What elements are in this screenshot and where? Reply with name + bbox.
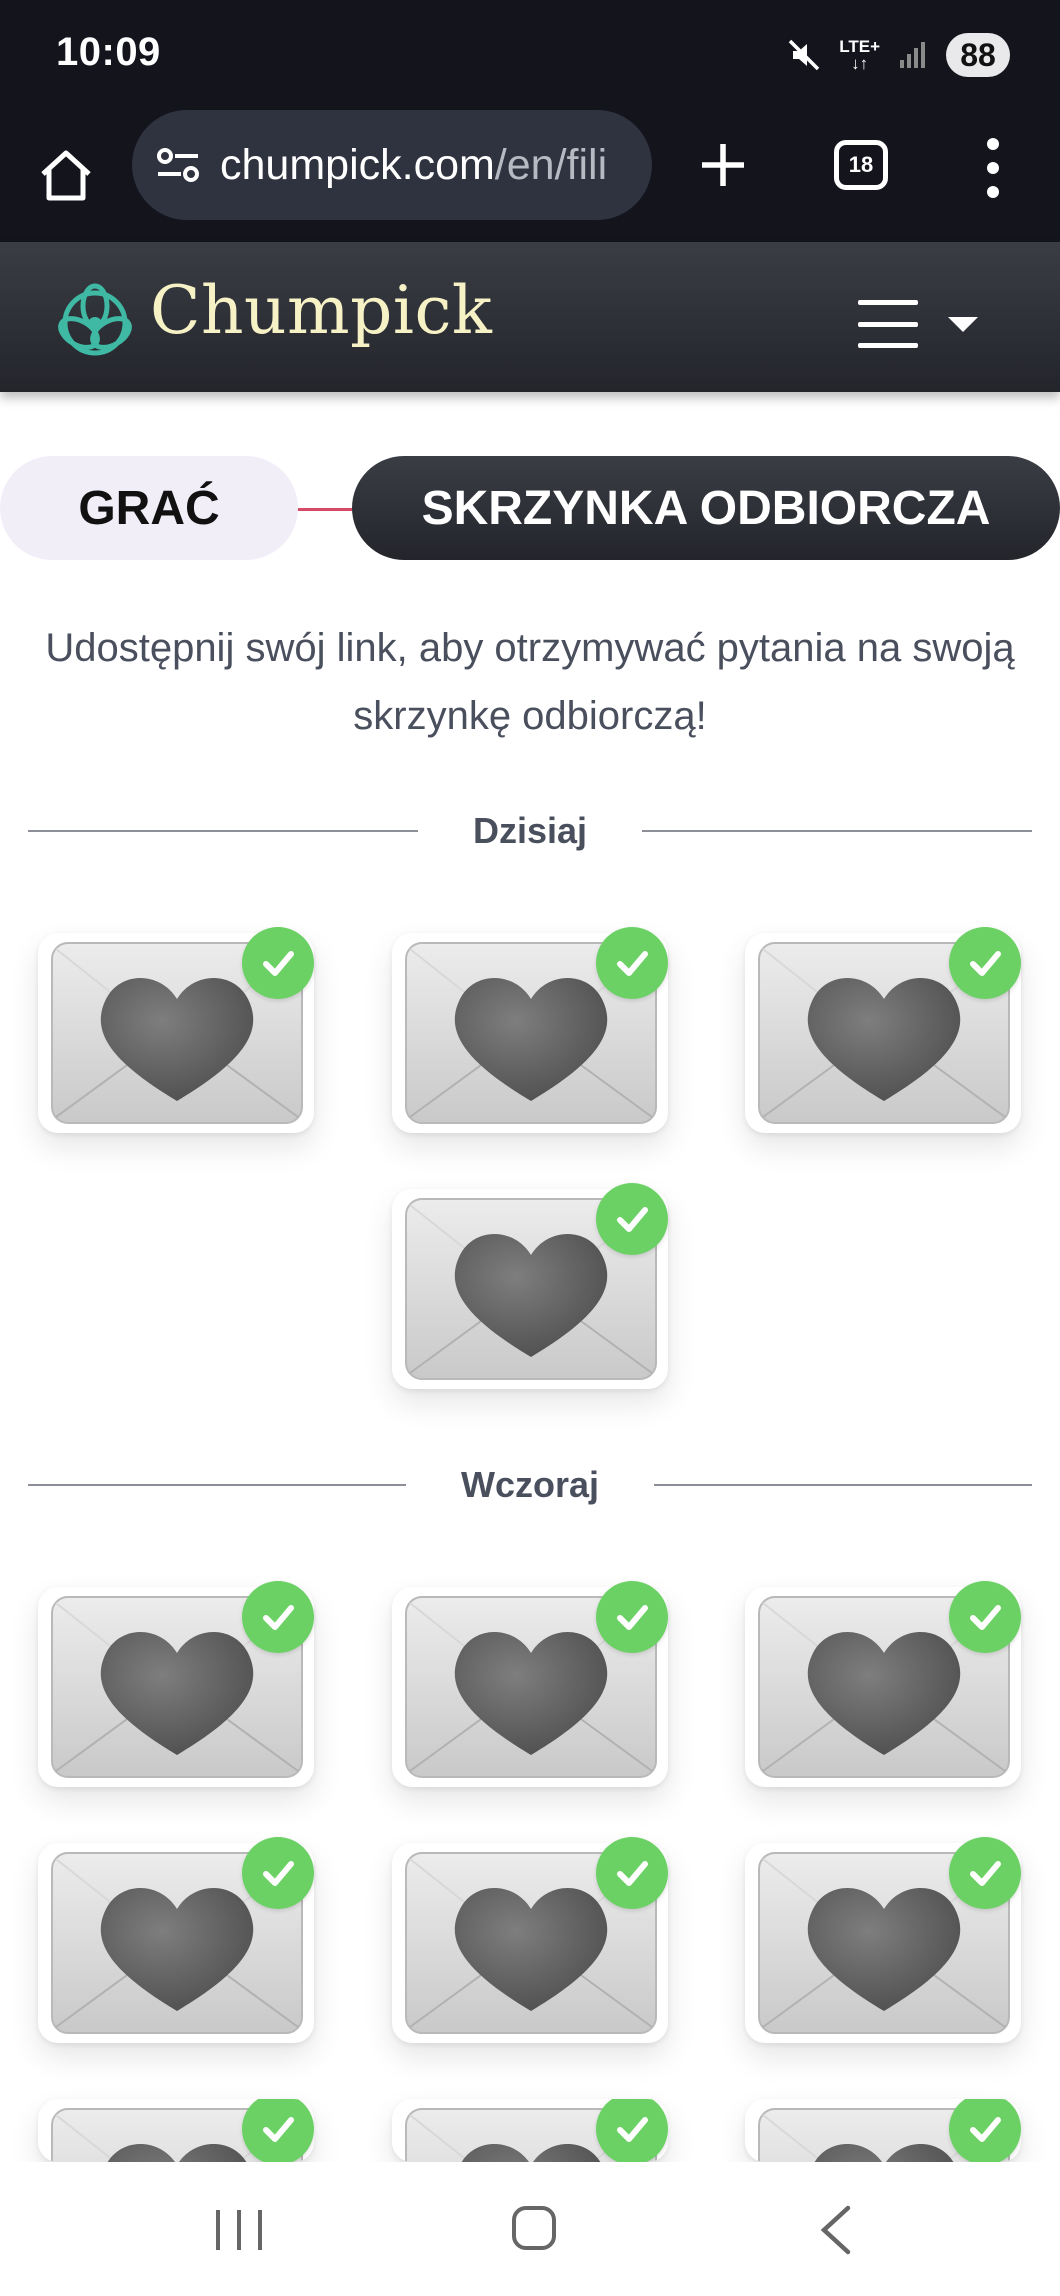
check-icon [263,951,294,976]
message-card[interactable] [38,927,314,1133]
new-tab-button[interactable] [690,130,756,200]
message-card[interactable] [745,1837,1021,2043]
check-icon [263,2117,294,2142]
read-check-badge [949,1837,1021,1909]
read-check-badge [596,2099,668,2162]
read-check-badge [949,927,1021,999]
url-path: /en/fili [494,140,608,189]
check-icon [617,1207,648,1232]
url-domain: chumpick.com [220,140,495,189]
system-home-icon[interactable] [512,2206,556,2250]
mute-icon [788,39,820,71]
check-icon [617,951,648,976]
tab-play[interactable]: GRAĆ [0,456,298,560]
data-arrows-icon: ↓↑ [851,54,869,73]
message-card[interactable] [38,1581,314,1787]
back-icon[interactable] [812,2204,862,2256]
message-card[interactable] [392,1837,668,2043]
network-indicator: LTE+ ↓↑ [839,38,880,72]
home-icon [41,150,91,201]
check-icon [970,2117,1001,2142]
message-card[interactable] [392,1183,668,1389]
check-icon [263,1861,294,1886]
check-icon [970,951,1001,976]
message-card[interactable] [392,1581,668,1787]
status-bar: 10:09 LTE+ ↓↑ 88 [0,0,1060,110]
check-icon [970,1605,1001,1630]
browser-toolbar: chumpick.com/en/fili 18 [0,110,1060,242]
read-check-badge [596,1581,668,1653]
caret-down-icon [948,316,978,332]
hamburger-icon [858,300,918,348]
more-vert-icon[interactable] [970,138,1016,198]
check-icon [970,1861,1001,1886]
site-settings-icon[interactable] [156,145,200,185]
message-card[interactable] [745,2099,1021,2162]
plus-icon [702,144,744,186]
message-card[interactable] [38,1837,314,2043]
read-check-badge [242,927,314,999]
read-check-badge [949,1581,1021,1653]
browser-home-button[interactable] [34,132,98,218]
message-card[interactable] [392,927,668,1133]
section-divider-today: Dzisiaj [28,800,1032,860]
check-icon [617,2117,648,2142]
check-icon [617,1605,648,1630]
message-card[interactable] [38,2099,314,2162]
message-card[interactable] [392,2099,668,2162]
tab-connector [290,508,360,511]
network-type: LTE+ [839,37,880,56]
nav-menu-toggle[interactable] [858,298,978,350]
url-text[interactable]: chumpick.com/en/fili [220,141,607,190]
check-icon [263,1605,294,1630]
status-time: 10:09 [56,30,161,74]
message-card[interactable] [745,1581,1021,1787]
read-check-badge [596,1837,668,1909]
status-icons: LTE+ ↓↑ 88 [787,30,1010,80]
read-check-badge [242,2099,314,2162]
logo-text[interactable]: Chumpick [150,272,492,349]
read-check-badge [242,1837,314,1909]
tab-inbox[interactable]: SKRZYNKA ODBIORCZA [352,456,1060,560]
tab-switcher-button[interactable]: 18 [834,140,888,190]
read-check-badge [949,2099,1021,2162]
signal-icon [900,42,925,68]
battery-indicator: 88 [946,33,1010,77]
read-check-badge [596,1183,668,1255]
message-card[interactable] [745,927,1021,1133]
address-bar[interactable]: chumpick.com/en/fili [132,110,652,220]
site-header: Chumpick [0,242,1060,392]
section-divider-yesterday: Wczoraj [28,1454,1032,1514]
check-icon [617,1861,648,1886]
system-nav-bar [0,2162,1060,2296]
recents-icon[interactable] [216,2210,262,2250]
read-check-badge [596,927,668,999]
intro-text: Udostępnij swój link, aby otrzymywać pyt… [45,626,1015,738]
logo-icon[interactable] [50,278,140,368]
read-check-badge [242,1581,314,1653]
